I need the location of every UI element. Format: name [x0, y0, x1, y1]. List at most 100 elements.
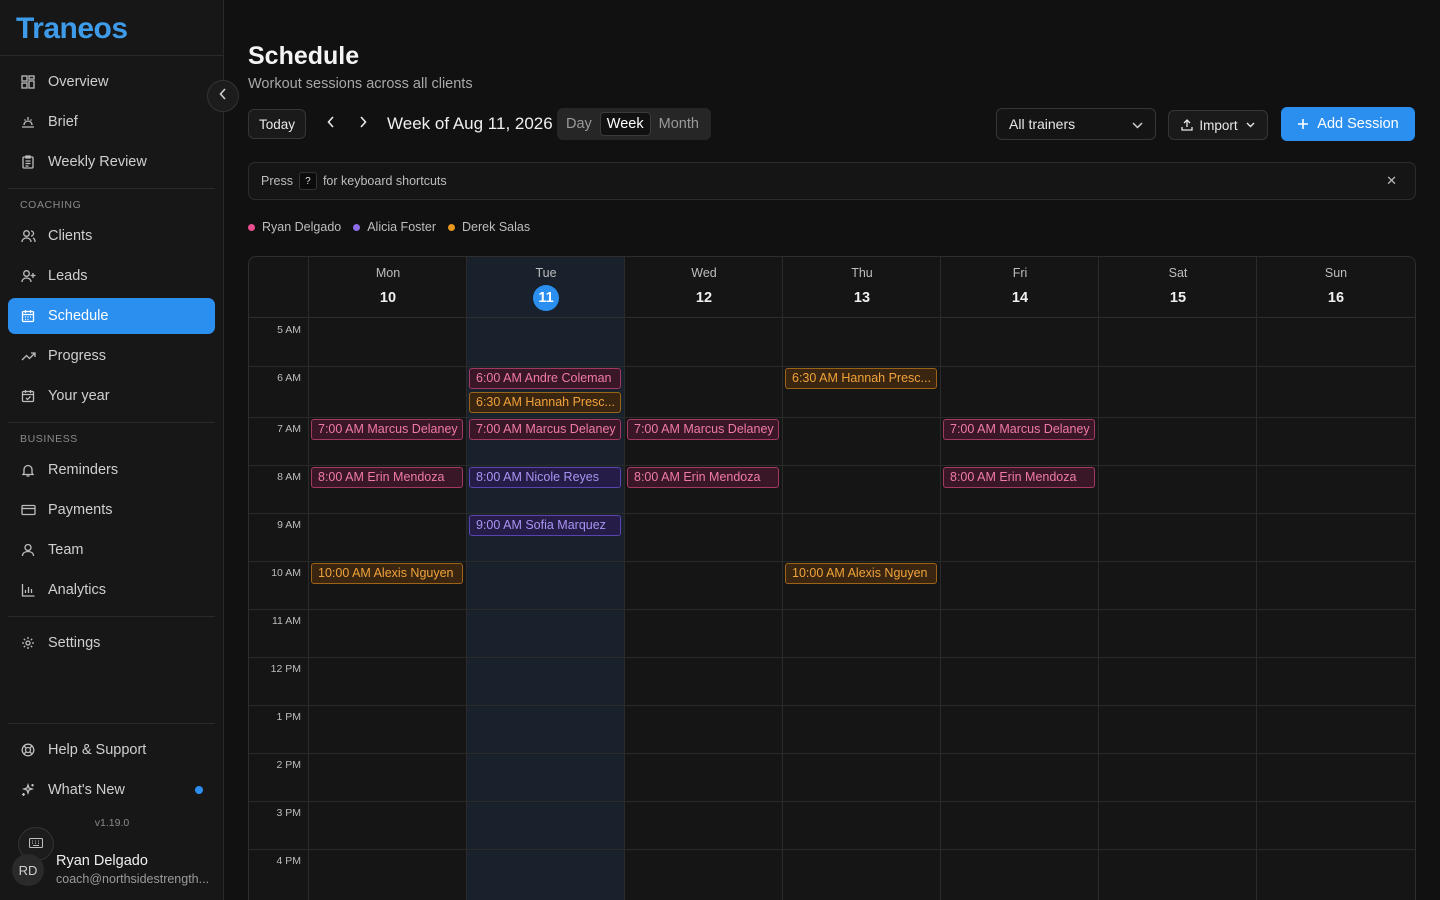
- previous-week-button[interactable]: [319, 112, 343, 136]
- user-name: Ryan Delgado: [56, 853, 148, 869]
- sidebar-item-schedule[interactable]: Schedule: [8, 298, 215, 334]
- grid-icon: [20, 74, 36, 90]
- page-title: Schedule: [248, 42, 360, 70]
- day-header-wed[interactable]: Wed 12: [625, 257, 783, 318]
- day-number: 11: [533, 285, 559, 311]
- sidebar-item-team[interactable]: Team: [8, 532, 215, 568]
- hint-suffix: for keyboard shortcuts: [322, 174, 447, 188]
- sidebar-item-label: Weekly Review: [48, 154, 147, 170]
- sidebar-item-brief[interactable]: Brief: [8, 104, 215, 140]
- upload-icon: [1181, 119, 1194, 131]
- day-number: 10: [379, 290, 397, 306]
- sidebar-item-label: What's New: [48, 782, 125, 798]
- chevron-left-icon: [327, 115, 335, 133]
- day-of-week: Mon: [375, 266, 401, 280]
- chevron-down-icon: [1246, 122, 1255, 128]
- session-event[interactable]: 6:30 AM Hannah Presc...: [785, 368, 937, 389]
- view-day-tab[interactable]: Day: [560, 113, 598, 135]
- today-column-highlight: [467, 257, 625, 900]
- sidebar-item-label: Settings: [48, 635, 101, 651]
- keyboard-shortcuts-hint: Press ? for keyboard shortcuts ✕: [248, 162, 1416, 200]
- time-label: 2 PM: [276, 759, 301, 771]
- sidebar-item-overview[interactable]: Overview: [8, 64, 215, 100]
- sidebar-item-label: Progress: [48, 348, 107, 364]
- sidebar-item-reminders[interactable]: Reminders: [8, 452, 215, 488]
- sidebar-item-analytics[interactable]: Analytics: [8, 572, 215, 608]
- today-button[interactable]: Today: [248, 109, 306, 139]
- sunrise-icon: [20, 114, 36, 130]
- day-of-week: Sat: [1168, 266, 1188, 280]
- session-event[interactable]: 8:00 AM Nicole Reyes: [469, 467, 621, 488]
- session-event[interactable]: 10:00 AM Alexis Nguyen: [311, 563, 463, 584]
- session-event[interactable]: 6:30 AM Hannah Presc...: [469, 392, 621, 413]
- legend-item: Alicia Foster: [353, 220, 436, 234]
- sidebar-item-settings[interactable]: Settings: [8, 625, 215, 661]
- hour-divider: [249, 657, 1415, 658]
- import-button[interactable]: Import: [1168, 110, 1268, 140]
- sidebar-item-payments[interactable]: Payments: [8, 492, 215, 528]
- day-of-week: Fri: [1012, 266, 1028, 280]
- hour-divider: [249, 753, 1415, 754]
- sidebar-item-progress[interactable]: Progress: [8, 338, 215, 374]
- hour-divider: [249, 801, 1415, 802]
- day-header-tue[interactable]: Tue 11: [467, 257, 625, 318]
- user-plus-icon: [20, 268, 36, 284]
- users-icon: [20, 228, 36, 244]
- day-header-fri[interactable]: Fri 14: [941, 257, 1099, 318]
- sidebar-item-label: Leads: [48, 268, 88, 284]
- time-label: 5 AM: [277, 324, 301, 336]
- hour-divider: [249, 849, 1415, 850]
- session-event[interactable]: 8:00 AM Erin Mendoza: [627, 467, 779, 488]
- session-event[interactable]: 7:00 AM Marcus Delaney: [627, 419, 779, 440]
- divider: [8, 422, 215, 423]
- sidebar-item-clients[interactable]: Clients: [8, 218, 215, 254]
- session-event[interactable]: 10:00 AM Alexis Nguyen: [785, 563, 937, 584]
- session-event[interactable]: 7:00 AM Marcus Delaney: [943, 419, 1095, 440]
- session-event[interactable]: 8:00 AM Erin Mendoza: [311, 467, 463, 488]
- sidebar-item-whats-new[interactable]: What's New: [8, 772, 215, 808]
- column-divider: [308, 257, 309, 900]
- divider: [0, 55, 224, 56]
- trainer-filter-select[interactable]: All trainers: [996, 108, 1156, 140]
- session-event[interactable]: 6:00 AM Andre Coleman: [469, 368, 621, 389]
- view-month-tab[interactable]: Month: [653, 113, 705, 135]
- sidebar-item-label: Reminders: [48, 462, 119, 478]
- session-event[interactable]: 8:00 AM Erin Mendoza: [943, 467, 1095, 488]
- time-label: 3 PM: [276, 807, 301, 819]
- sidebar-item-weekly-review[interactable]: Weekly Review: [8, 144, 215, 180]
- hint-key: ?: [298, 172, 317, 190]
- collapse-sidebar-button[interactable]: [207, 80, 239, 112]
- view-week-tab[interactable]: Week: [599, 112, 651, 136]
- view-switcher: Day Week Month: [557, 108, 711, 140]
- time-label: 1 PM: [276, 711, 301, 723]
- day-header-thu[interactable]: Thu 13: [783, 257, 941, 318]
- sidebar-item-label: Your year: [48, 388, 110, 404]
- day-header-mon[interactable]: Mon 10: [309, 257, 467, 318]
- legend-label: Derek Salas: [462, 220, 531, 234]
- day-header-sat[interactable]: Sat 15: [1099, 257, 1257, 318]
- add-session-button[interactable]: Add Session: [1281, 107, 1415, 141]
- close-icon[interactable]: ✕: [1386, 173, 1397, 189]
- session-event[interactable]: 9:00 AM Sofia Marquez: [469, 515, 621, 536]
- session-event[interactable]: 7:00 AM Marcus Delaney: [469, 419, 621, 440]
- keyboard-icon: [28, 835, 44, 853]
- legend-label: Ryan Delgado: [262, 220, 342, 234]
- add-session-label: Add Session: [1317, 116, 1399, 132]
- week-calendar: Mon 10 Tue 11 Wed 12 Thu 13 Fri 14 Sat 15 Sun 16 5 AM 6…: [248, 256, 1416, 900]
- day-header-sun[interactable]: Sun 16: [1257, 257, 1415, 318]
- hour-divider: [249, 561, 1415, 562]
- chevron-right-icon: [359, 115, 367, 133]
- app-logo[interactable]: Traneos: [16, 12, 128, 46]
- sidebar-item-leads[interactable]: Leads: [8, 258, 215, 294]
- session-event[interactable]: 7:00 AM Marcus Delaney: [311, 419, 463, 440]
- sidebar-item-your-year[interactable]: Your year: [8, 378, 215, 414]
- day-number: 14: [1011, 290, 1029, 306]
- sidebar-item-help[interactable]: Help & Support: [8, 732, 215, 768]
- gear-icon: [20, 635, 36, 651]
- section-label-business: BUSINESS: [20, 433, 78, 445]
- avatar[interactable]: RD: [12, 854, 44, 886]
- legend-label: Alicia Foster: [367, 220, 436, 234]
- hour-divider: [249, 513, 1415, 514]
- next-week-button[interactable]: [351, 112, 375, 136]
- hour-divider: [249, 366, 1415, 367]
